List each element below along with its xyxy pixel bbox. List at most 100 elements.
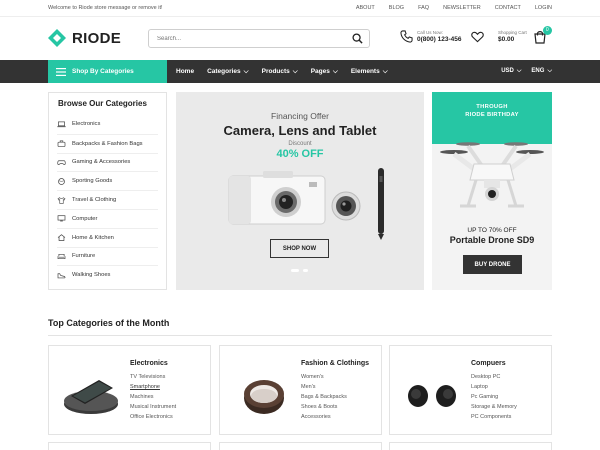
currency-selector[interactable]: USD ⌵ <box>501 68 521 75</box>
card-link[interactable]: Men's <box>301 382 347 392</box>
card-link[interactable]: PC Components <box>471 412 517 422</box>
heart-icon[interactable] <box>471 31 484 43</box>
card-link[interactable]: Laptop <box>471 382 517 392</box>
ball-icon <box>58 177 65 185</box>
sidebar-item-label: Gaming & Accessories <box>72 159 131 166</box>
buy-drone-button[interactable]: BUY DRONE <box>463 255 522 274</box>
laptop-icon <box>57 121 66 128</box>
header: RIODE Call Us Now: 0(800) 123-456 Shoppi… <box>0 17 600 60</box>
category-card-electronics[interactable]: Electronics TV Televisions Smartphone Ma… <box>48 345 211 435</box>
search-icon[interactable] <box>352 33 363 44</box>
nav-item-categories-label: Categories <box>207 67 241 75</box>
top-bar: Welcome to Riode store message or remove… <box>0 0 600 17</box>
cart-icon: 0 <box>533 26 552 44</box>
logo-icon <box>48 29 66 47</box>
category-card-fashion[interactable]: Fashion & Clothings Women's Men's Bags &… <box>219 345 382 435</box>
sidebar-item-travel[interactable]: Travel & Clothing <box>57 190 158 209</box>
hero-offer: Financing Offer <box>271 111 329 121</box>
category-card[interactable] <box>389 442 552 450</box>
top-link-newsletter[interactable]: NEWSLETTER <box>443 5 481 11</box>
call-label: Call Us Now: <box>417 30 444 35</box>
card-link[interactable]: Storage & Memory <box>471 402 517 412</box>
sidebar-item-furniture[interactable]: Furniture <box>57 246 158 266</box>
sidebar-item-sporting[interactable]: Sporting Goods <box>57 171 158 190</box>
shoe-icon <box>57 273 66 279</box>
top-links: ABOUT BLOG FAQ NEWSLETTER CONTACT LOGIN <box>356 5 552 11</box>
nav-item-home[interactable]: Home <box>176 68 194 75</box>
top-link-faq[interactable]: FAQ <box>418 5 429 11</box>
card-link[interactable]: Bags & Backpacks <box>301 392 347 402</box>
section-divider <box>48 335 552 336</box>
chevron-down-icon: ⌵ <box>332 67 338 75</box>
sidebar-item-backpacks[interactable]: Backpacks & Fashion Bags <box>57 133 158 153</box>
search-input[interactable] <box>149 35 339 42</box>
hero-discount-label: Discount <box>288 141 312 147</box>
cart-label: Shopping Cart <box>498 30 527 35</box>
nav-item-products-label: Products <box>261 67 290 75</box>
chevron-down-icon: ⌵ <box>382 67 388 75</box>
card-title: Fashion & Clothings <box>301 360 370 367</box>
home-icon <box>57 234 66 241</box>
card-link[interactable]: Desktop PC <box>471 372 517 382</box>
sidebar-item-computer[interactable]: Computer <box>57 208 158 228</box>
nav-item-elements[interactable]: Elements ⌵ <box>351 68 388 76</box>
card-link[interactable]: Smartphone <box>130 382 176 392</box>
gamepad-icon <box>57 160 66 166</box>
sidebar-item-shoes[interactable]: Walking Shoes <box>57 265 158 284</box>
menu-icon <box>56 67 66 76</box>
category-card[interactable] <box>48 442 211 450</box>
top-link-login[interactable]: LOGIN <box>535 5 552 11</box>
nav-item-pages[interactable]: Pages ⌵ <box>311 68 338 76</box>
sidebar-title: Browse Our Categories <box>58 99 147 108</box>
top-link-blog[interactable]: BLOG <box>389 5 404 11</box>
earbuds-image <box>408 385 456 407</box>
card-link[interactable]: TV Televisions <box>130 372 176 382</box>
chevron-down-icon: ⌵ <box>547 68 552 74</box>
sidebar-item-electronics[interactable]: Electronics <box>57 115 158 134</box>
promo-line-1: THROUGH <box>476 104 508 110</box>
sidebar-item-label: Walking Shoes <box>72 272 111 279</box>
top-link-contact[interactable]: CONTACT <box>495 5 521 11</box>
nav-item-pages-label: Pages <box>310 67 330 75</box>
category-card-computers[interactable]: Compuers Desktop PC Laptop Pc Gaming Sto… <box>389 345 552 435</box>
card-link[interactable]: Pc Gaming <box>471 392 517 402</box>
card-link[interactable]: Machines <box>130 392 176 402</box>
nav-item-elements-label: Elements <box>350 67 380 75</box>
logo[interactable]: RIODE <box>48 29 121 47</box>
language-label: ENG <box>531 68 545 74</box>
card-link[interactable]: Women's <box>301 372 347 382</box>
chevron-down-icon: ⌵ <box>516 68 522 74</box>
language-selector[interactable]: ENG ⌵ <box>531 68 552 75</box>
sofa-icon <box>57 253 66 260</box>
card-link[interactable]: Shoes & Boots <box>301 402 347 412</box>
card-link[interactable]: Accessories <box>301 412 347 422</box>
promo-line-2: RIODE BIRTHDAY <box>465 112 519 118</box>
nav-item-products[interactable]: Products ⌵ <box>262 68 298 76</box>
card-title: Electronics <box>130 360 168 367</box>
shop-by-categories-label: Shop By Categories <box>72 68 134 75</box>
logo-text: RIODE <box>72 29 122 47</box>
shop-now-button[interactable]: SHOP NOW <box>270 239 329 258</box>
card-link[interactable]: Office Electronics <box>130 412 176 422</box>
sidebar-item-gaming[interactable]: Gaming & Accessories <box>57 152 158 172</box>
call-number: 0(800) 123-456 <box>417 36 462 43</box>
nav-item-categories[interactable]: Categories ⌵ <box>207 68 249 76</box>
promo-product-name: Portable Drone SD9 <box>449 235 535 245</box>
sidebar-item-label: Sporting Goods <box>72 178 113 185</box>
call-us[interactable]: Call Us Now: 0(800) 123-456 <box>400 30 461 43</box>
sidebar-item-home-kitchen[interactable]: Home & Kitchen <box>57 227 158 247</box>
monitor-icon <box>57 215 66 222</box>
section-title: Top Categories of the Month <box>48 318 170 328</box>
shop-by-categories-button[interactable]: Shop By Categories <box>48 60 167 83</box>
slider-dot[interactable] <box>291 269 299 272</box>
chevron-down-icon: ⌵ <box>243 67 249 75</box>
card-link[interactable]: Musical Instrument <box>130 402 176 412</box>
sidebar-item-label: Computer <box>72 215 98 222</box>
cart[interactable]: Shopping Cart $0.00 0 <box>498 26 552 44</box>
category-card[interactable] <box>219 442 382 450</box>
slider-dot[interactable] <box>303 269 308 272</box>
top-link-about[interactable]: ABOUT <box>356 5 375 11</box>
nav-right: USD ⌵ ENG ⌵ <box>501 60 552 83</box>
main-nav: Shop By Categories Home Categories ⌵ Prod… <box>0 60 600 83</box>
camera-product-image <box>228 168 384 240</box>
